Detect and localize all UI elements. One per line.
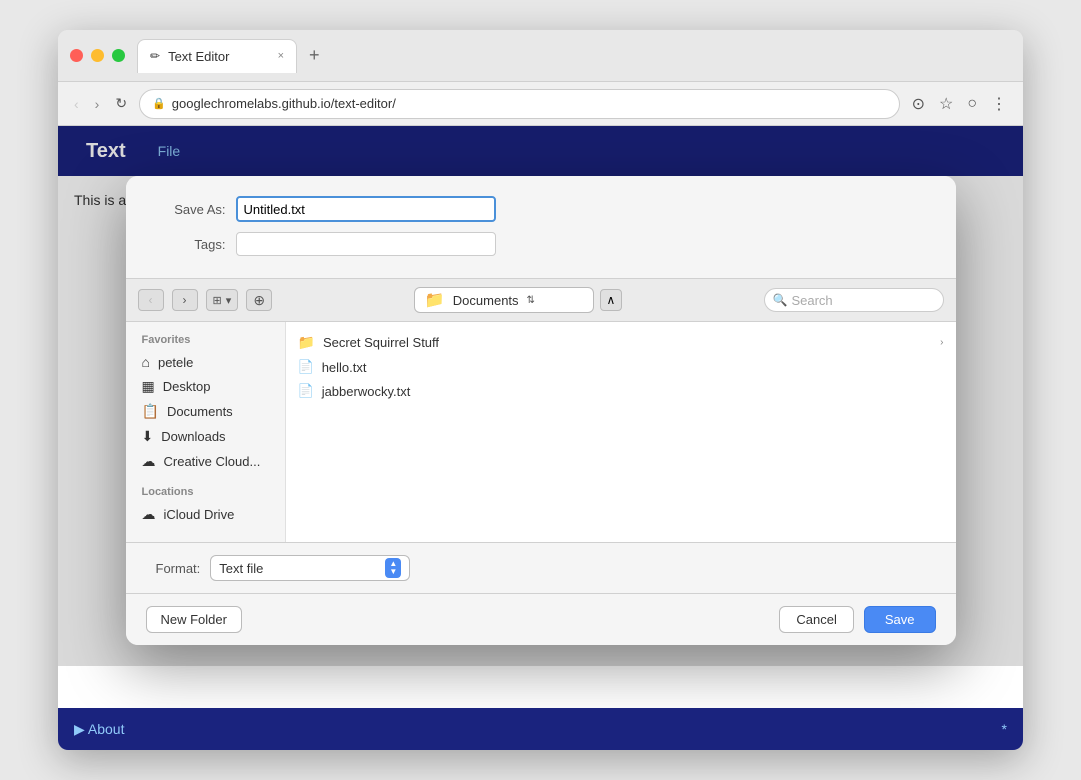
icloud-icon: ☁ bbox=[142, 506, 156, 523]
dialog-footer: New Folder Cancel Save bbox=[126, 593, 956, 645]
minimize-button[interactable] bbox=[91, 49, 104, 62]
txt-file-icon: 📄 bbox=[298, 383, 314, 399]
dialog-overlay: Save As: Tags: ‹ › ⊞ ▾ ⊕ bbox=[58, 126, 1023, 666]
file-item-name: Secret Squirrel Stuff bbox=[323, 335, 439, 350]
save-button[interactable]: Save bbox=[864, 606, 936, 633]
search-placeholder-text: Search bbox=[791, 293, 832, 308]
toolbar-back-button[interactable]: ‹ bbox=[138, 289, 164, 311]
documents-icon: 📋 bbox=[142, 403, 159, 420]
page-content: Text File This is a n Save As: Tags: bbox=[58, 126, 1023, 708]
save-as-label: Save As: bbox=[156, 202, 226, 217]
cancel-button[interactable]: Cancel bbox=[779, 606, 853, 633]
tab-close-button[interactable]: × bbox=[278, 50, 284, 62]
locations-label: Locations bbox=[126, 486, 285, 498]
file-item-jabberwocky[interactable]: 📄 jabberwocky.txt bbox=[286, 379, 956, 403]
menu-button[interactable]: ⋮ bbox=[987, 90, 1011, 118]
file-sidebar: Favorites ⌂ petele ▦ Desktop 📋 Documents bbox=[126, 322, 286, 542]
location-selector: 📁 Documents ⇅ ∧ bbox=[280, 287, 755, 313]
tab-title: Text Editor bbox=[168, 49, 229, 64]
folder-icon: 📁 bbox=[298, 334, 315, 351]
sidebar-item-petele-label: petele bbox=[158, 355, 193, 370]
toolbar-forward-button[interactable]: › bbox=[172, 289, 198, 311]
creative-cloud-icon: ☁ bbox=[142, 453, 156, 470]
home-icon: ⌂ bbox=[142, 354, 150, 370]
asterisk-indicator: * bbox=[1002, 721, 1007, 737]
title-bar: ✏ Text Editor × + bbox=[58, 30, 1023, 82]
view-dropdown-icon: ▾ bbox=[226, 294, 232, 307]
dialog-header: Save As: Tags: bbox=[126, 176, 956, 278]
tabs-area: ✏ Text Editor × + bbox=[137, 39, 1011, 73]
address-bar: ‹ › ↻ 🔒 googlechromelabs.github.io/text-… bbox=[58, 82, 1023, 126]
expand-button[interactable]: ∧ bbox=[600, 289, 622, 311]
sidebar-item-icloud-label: iCloud Drive bbox=[164, 507, 235, 522]
folder-arrow-icon: › bbox=[940, 337, 943, 348]
browser-actions: ⊙ ☆ ○ ⋮ bbox=[908, 90, 1011, 118]
sidebar-item-documents[interactable]: 📋 Documents bbox=[126, 399, 285, 424]
file-list: 📁 Secret Squirrel Stuff › 📄 hello.txt 📄 … bbox=[286, 322, 956, 542]
profile-button[interactable]: ○ bbox=[963, 91, 981, 117]
file-item-secret-squirrel[interactable]: 📁 Secret Squirrel Stuff › bbox=[286, 330, 956, 355]
sidebar-item-creative-cloud-label: Creative Cloud... bbox=[164, 454, 261, 469]
browser-window: ✏ Text Editor × + ‹ › ↻ 🔒 googlechromela… bbox=[58, 30, 1023, 750]
tags-input[interactable] bbox=[236, 232, 496, 256]
save-as-field: Save As: bbox=[156, 196, 926, 222]
sidebar-item-desktop[interactable]: ▦ Desktop bbox=[126, 374, 285, 399]
spinner-down-icon: ▼ bbox=[389, 568, 397, 576]
maximize-button[interactable] bbox=[112, 49, 125, 62]
file-item-name: hello.txt bbox=[322, 360, 367, 375]
sidebar-item-desktop-label: Desktop bbox=[163, 379, 211, 394]
footer-actions: Cancel Save bbox=[779, 606, 935, 633]
save-dialog: Save As: Tags: ‹ › ⊞ ▾ ⊕ bbox=[126, 176, 956, 645]
lock-icon: 🔒 bbox=[152, 97, 166, 110]
account-icon-button[interactable]: ⊙ bbox=[908, 90, 929, 118]
location-folder-icon: 📁 bbox=[425, 290, 445, 310]
dialog-body: Favorites ⌂ petele ▦ Desktop 📋 Documents bbox=[126, 322, 956, 542]
format-dropdown[interactable]: Text file ▲ ▼ bbox=[210, 555, 410, 581]
file-item-name: jabberwocky.txt bbox=[322, 384, 411, 399]
sidebar-item-creative-cloud[interactable]: ☁ Creative Cloud... bbox=[126, 449, 285, 474]
desktop-icon: ▦ bbox=[142, 378, 155, 395]
url-bar[interactable]: 🔒 googlechromelabs.github.io/text-editor… bbox=[139, 89, 900, 119]
new-folder-button[interactable]: New Folder bbox=[146, 606, 242, 633]
sidebar-item-downloads[interactable]: ⬇ Downloads bbox=[126, 424, 285, 449]
format-value: Text file bbox=[219, 561, 263, 576]
file-item-hello[interactable]: 📄 hello.txt bbox=[286, 355, 956, 379]
refresh-button[interactable]: ↻ bbox=[111, 91, 131, 116]
new-folder-small-button[interactable]: ⊕ bbox=[246, 289, 272, 311]
location-dropdown[interactable]: 📁 Documents ⇅ bbox=[414, 287, 594, 313]
favorites-label: Favorites bbox=[126, 334, 285, 346]
search-icon: 🔍 bbox=[773, 293, 788, 307]
dialog-format-bar: Format: Text file ▲ ▼ bbox=[126, 542, 956, 593]
sidebar-item-petele[interactable]: ⌂ petele bbox=[126, 350, 285, 374]
close-button[interactable] bbox=[70, 49, 83, 62]
back-button[interactable]: ‹ bbox=[70, 92, 83, 116]
dialog-toolbar: ‹ › ⊞ ▾ ⊕ 📁 Documents ⇅ ∧ bbox=[126, 278, 956, 322]
sidebar-item-documents-label: Documents bbox=[167, 404, 233, 419]
format-label: Format: bbox=[156, 561, 201, 576]
txt-file-icon: 📄 bbox=[298, 359, 314, 375]
forward-button[interactable]: › bbox=[91, 92, 104, 116]
sidebar-item-icloud[interactable]: ☁ iCloud Drive bbox=[126, 502, 285, 527]
traffic-lights bbox=[70, 49, 125, 62]
tags-label: Tags: bbox=[156, 237, 226, 252]
bottom-bar: ▶ About * bbox=[58, 708, 1023, 750]
tab-icon: ✏ bbox=[150, 49, 160, 63]
save-as-input[interactable] bbox=[236, 196, 496, 222]
sidebar-item-downloads-label: Downloads bbox=[161, 429, 225, 444]
location-name: Documents bbox=[453, 293, 519, 308]
about-link[interactable]: ▶ About bbox=[74, 721, 124, 738]
search-box[interactable]: 🔍 Search bbox=[764, 288, 944, 312]
downloads-icon: ⬇ bbox=[142, 428, 154, 445]
tags-field: Tags: bbox=[156, 232, 926, 256]
url-text: googlechromelabs.github.io/text-editor/ bbox=[172, 96, 396, 111]
format-spinner[interactable]: ▲ ▼ bbox=[385, 558, 401, 578]
view-grid-icon: ⊞ bbox=[213, 294, 222, 307]
tab-text-editor[interactable]: ✏ Text Editor × bbox=[137, 39, 297, 73]
view-toggle-button[interactable]: ⊞ ▾ bbox=[206, 289, 239, 311]
location-chevrons-icon: ⇅ bbox=[527, 295, 535, 306]
new-tab-button[interactable]: + bbox=[301, 45, 328, 66]
bookmark-button[interactable]: ☆ bbox=[935, 90, 957, 118]
